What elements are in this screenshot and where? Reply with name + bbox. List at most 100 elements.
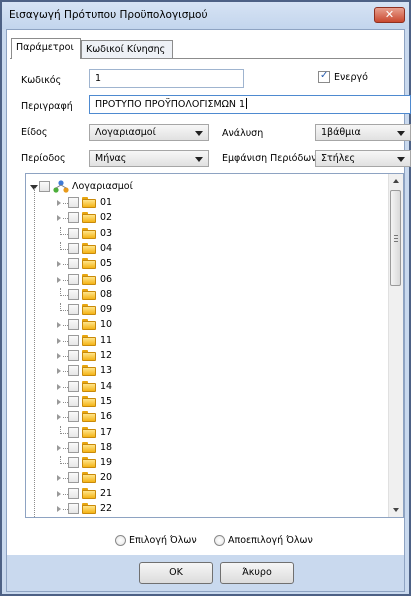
tree-checkbox[interactable] — [68, 197, 79, 208]
tree-checkbox[interactable] — [68, 411, 79, 423]
tree-checkbox[interactable] — [68, 503, 79, 514]
tree-scrollbar[interactable] — [388, 174, 403, 517]
expand-arrow-icon[interactable] — [57, 353, 61, 359]
analysis-label: Ανάλυση — [222, 128, 264, 139]
deselect-all-radio[interactable] — [214, 535, 225, 546]
tree-checkbox[interactable] — [68, 227, 79, 239]
tree-connector — [60, 425, 61, 434]
tab-movement-codes[interactable]: Κωδικοί Κίνησης — [81, 40, 173, 58]
expand-arrow-icon[interactable] — [57, 506, 61, 512]
close-button[interactable]: ✕ — [374, 7, 405, 23]
accounts-tree[interactable]: Λογαριασμοί 01 02 03 04 05 06 08 09 10 11 12 13 14 15… — [25, 173, 404, 518]
folder-icon — [82, 472, 96, 484]
tree-checkbox[interactable] — [68, 334, 79, 346]
tree-item-label: 17 — [100, 426, 113, 438]
tab-parameters[interactable]: Παράμετροι — [11, 38, 81, 59]
tree-item[interactable]: 06 — [26, 273, 390, 288]
expand-arrow-icon[interactable] — [57, 398, 61, 405]
tree-checkbox[interactable] — [68, 457, 79, 469]
tree-item[interactable]: 09 — [26, 303, 390, 318]
period-display-select[interactable]: Στήλες — [315, 150, 411, 167]
code-field[interactable]: 1 — [89, 69, 244, 88]
accounts-tree-icon — [52, 180, 70, 194]
select-all-radio[interactable] — [115, 535, 126, 546]
tree-checkbox[interactable] — [68, 395, 79, 407]
tree-item[interactable]: 01 — [26, 196, 390, 211]
scrollbar-thumb[interactable] — [390, 190, 401, 286]
tree-checkbox[interactable] — [68, 242, 79, 254]
type-select[interactable]: Λογαριασμοί — [89, 124, 209, 141]
tree-item[interactable]: 14 — [26, 380, 390, 395]
tree-item-label: 16 — [100, 411, 113, 423]
title-bar[interactable]: Εισαγωγή Πρότυπου Προϋπολογισμού ✕ — [2, 2, 409, 29]
tree-connector — [60, 463, 68, 465]
folder-icon-body — [82, 290, 96, 300]
tree-item[interactable]: 19 — [26, 456, 390, 471]
dialog-window: Εισαγωγή Πρότυπου Προϋπολογισμού ✕ Παράμ… — [0, 0, 411, 596]
tree-item[interactable] — [26, 517, 390, 518]
tree-item[interactable]: 20 — [26, 471, 390, 486]
period-select[interactable]: Μήνας — [89, 150, 209, 167]
tree-item[interactable]: 21 — [26, 487, 390, 502]
tree-item[interactable]: 22 — [26, 502, 390, 517]
tree-checkbox[interactable] — [39, 181, 50, 192]
folder-icon — [82, 441, 96, 453]
folder-icon-body — [82, 489, 96, 499]
tree-checkbox[interactable] — [68, 426, 79, 438]
tree-item[interactable]: 10 — [26, 318, 390, 333]
expand-arrow-icon[interactable] — [57, 414, 61, 421]
tree-item[interactable]: 02 — [26, 211, 390, 226]
tree-item[interactable]: 03 — [26, 226, 390, 242]
tree-item[interactable]: 13 — [26, 364, 390, 379]
description-field[interactable]: ΠΡΟΤΥΠΟ ΠΡΟΫΠΟΛΟΓΙΣΜΩΝ 1 — [89, 95, 411, 114]
tree-item[interactable]: 04 — [26, 241, 390, 257]
tree-checkbox[interactable] — [68, 350, 79, 361]
expand-arrow-icon[interactable] — [57, 490, 61, 497]
expand-arrow-icon[interactable] — [57, 383, 61, 390]
tree-item[interactable]: 08 — [26, 287, 390, 303]
period-label: Περίοδος — [21, 153, 66, 164]
tree-item[interactable]: 17 — [26, 425, 390, 441]
expand-arrow-icon[interactable] — [57, 337, 61, 344]
active-checkbox[interactable]: ✓ — [318, 70, 330, 83]
scroll-up-icon[interactable] — [393, 179, 399, 183]
expand-arrow-icon[interactable] — [57, 261, 61, 268]
cancel-button[interactable]: Άκυρο — [220, 562, 294, 584]
expand-arrow-icon[interactable] — [57, 368, 61, 375]
tree-checkbox[interactable] — [68, 441, 79, 453]
tree-checkbox[interactable] — [68, 288, 79, 300]
tree-item[interactable]: 05 — [26, 257, 390, 272]
tree-item[interactable]: 16 — [26, 410, 390, 425]
expand-arrow-icon[interactable] — [57, 475, 61, 482]
tree-checkbox[interactable] — [68, 472, 79, 484]
tree-checkbox[interactable] — [68, 380, 79, 392]
expand-arrow-icon[interactable] — [57, 200, 61, 206]
folder-icon — [82, 288, 96, 300]
expand-arrow-icon[interactable] — [57, 276, 61, 283]
tree-checkbox[interactable] — [68, 365, 79, 377]
tree-item[interactable]: 18 — [26, 441, 390, 456]
tree-checkbox[interactable] — [68, 273, 79, 285]
tree-item[interactable]: 12 — [26, 349, 390, 364]
expand-arrow-icon[interactable] — [57, 322, 61, 329]
tree-checkbox[interactable] — [68, 487, 79, 499]
expand-arrow-icon[interactable] — [57, 215, 61, 222]
tree-checkbox[interactable] — [68, 212, 79, 224]
ok-button[interactable]: OK — [139, 562, 213, 584]
tree-item[interactable]: 11 — [26, 334, 390, 349]
tree-item[interactable]: 15 — [26, 395, 390, 410]
tree-root[interactable]: Λογαριασμοί — [26, 180, 390, 195]
folder-icon — [82, 395, 96, 407]
analysis-select[interactable]: 1βάθμια — [315, 124, 411, 141]
folder-icon-body — [82, 428, 96, 438]
expand-arrow-icon[interactable] — [57, 444, 61, 451]
folder-icon — [82, 273, 96, 285]
tree-checkbox[interactable] — [68, 258, 79, 270]
deselect-all-label[interactable]: Αποεπιλογή Όλων — [228, 535, 313, 546]
tree-checkbox[interactable] — [68, 304, 79, 316]
tree-checkbox[interactable] — [68, 319, 79, 331]
folder-icon-body — [82, 199, 96, 208]
tree-connector — [60, 310, 68, 312]
select-all-label[interactable]: Επιλογή Όλων — [129, 535, 197, 546]
scroll-down-icon[interactable] — [393, 508, 399, 512]
